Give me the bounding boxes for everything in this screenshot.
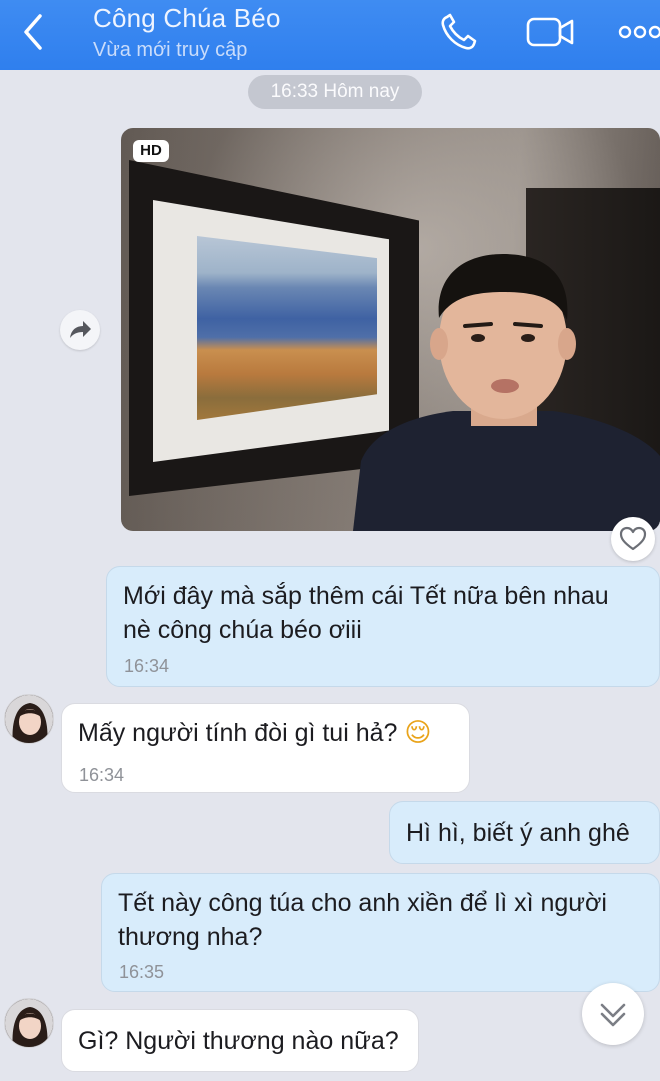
photo-message[interactable] [121, 128, 660, 531]
call-icon[interactable] [438, 12, 482, 52]
more-icon[interactable] [618, 18, 660, 46]
person-figure [353, 254, 660, 531]
like-button[interactable] [611, 517, 655, 561]
message-text-line: Mấy người tính đòi gì tui hả? [78, 719, 398, 747]
contact-name[interactable]: Công Chúa Béo [93, 3, 281, 33]
scroll-to-bottom-button[interactable] [582, 983, 644, 1045]
message-text-line: Tết này công túa cho anh xiền để lì xì n… [118, 889, 607, 917]
message-text-line: thương nha? [118, 923, 263, 951]
contact-status: Vừa mới truy cập [93, 39, 248, 61]
hd-badge: HD [133, 140, 169, 162]
message-bubble-outgoing[interactable]: Hì hì, biết ý anh ghê [389, 801, 660, 864]
avatar-image [5, 999, 53, 1047]
share-button[interactable] [60, 310, 100, 350]
message-text-line: Mới đây mà sắp thêm cái Tết nữa bên nhau [123, 582, 609, 610]
chevron-double-down-icon [600, 1003, 626, 1027]
message-text: Gì? Người thương nào nữa? [78, 1027, 399, 1055]
message-time: 16:34 [79, 765, 125, 785]
message-text-line: nè công chúa béo ơiii [123, 616, 362, 644]
landscape-painting [197, 236, 377, 420]
message-bubble-outgoing[interactable]: Mới đây mà sắp thêm cái Tết nữa bên nhau… [106, 566, 660, 687]
date-separator: 16:33 Hôm nay [248, 75, 422, 109]
message-bubble-incoming[interactable]: Mấy người tính đòi gì tui hả? 😌 16:34 [61, 703, 470, 793]
avatar-image [5, 695, 53, 743]
share-icon [70, 321, 91, 338]
contact-avatar[interactable] [4, 998, 54, 1048]
heart-icon [619, 526, 647, 551]
message-text: Mới đây mà sắp thêm cái Tết nữa bên nhau… [123, 579, 647, 647]
message-text: Mấy người tính đòi gì tui hả? 😌 [78, 716, 457, 750]
relieved-emoji-icon: 😌 [404, 718, 432, 748]
message-time: 16:34 [124, 656, 170, 676]
video-call-icon[interactable] [525, 13, 577, 51]
message-bubble-incoming[interactable]: Gì? Người thương nào nữa? [61, 1009, 419, 1072]
message-text: Hì hì, biết ý anh ghê [406, 819, 630, 847]
message-time: 16:35 [119, 962, 165, 982]
contact-avatar[interactable] [4, 694, 54, 744]
message-bubble-outgoing[interactable]: Tết này công túa cho anh xiền để lì xì n… [101, 873, 660, 992]
message-text: Tết này công túa cho anh xiền để lì xì n… [118, 886, 647, 954]
chat-header: Công Chúa Béo Vừa mới truy cập [0, 0, 660, 70]
back-icon[interactable] [14, 10, 54, 54]
